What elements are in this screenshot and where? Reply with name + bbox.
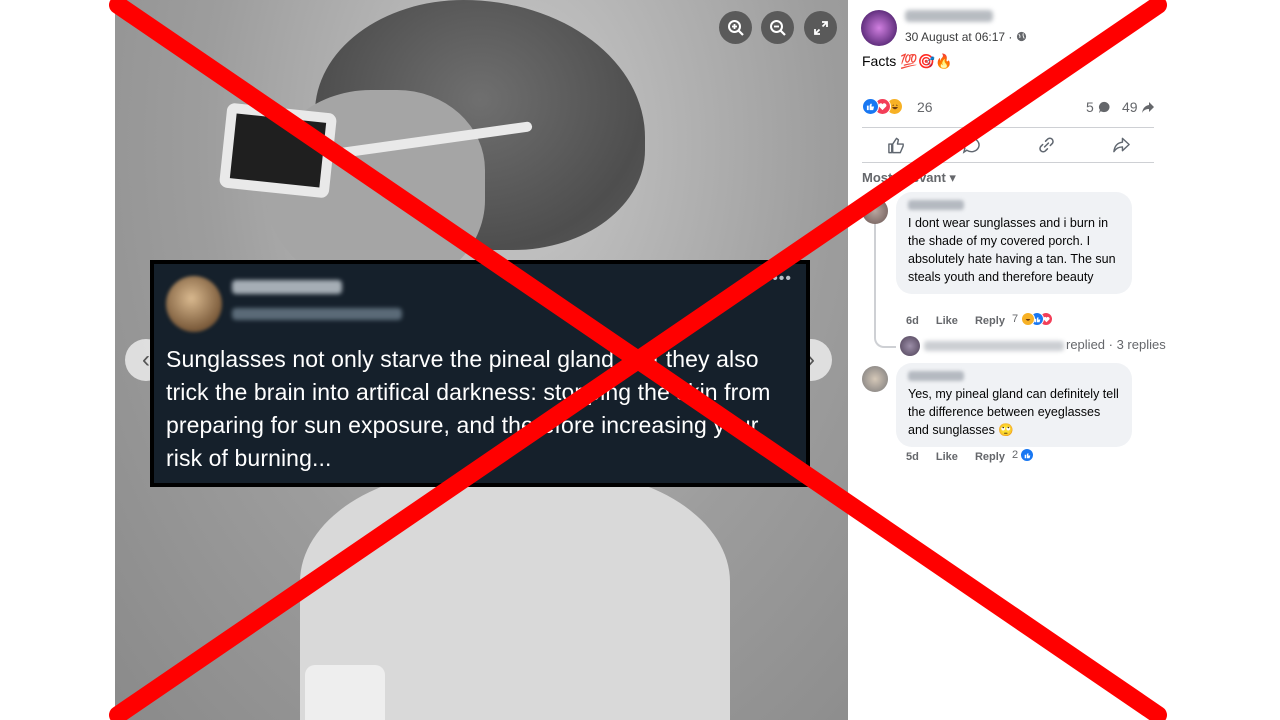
comment-like-button[interactable]: Like xyxy=(936,451,958,463)
replies-label: replied · 3 replies xyxy=(1066,337,1166,352)
commenter-avatar[interactable] xyxy=(862,198,888,224)
share-button[interactable] xyxy=(1110,135,1132,155)
reactions-summary[interactable]: 26 5 49 xyxy=(862,98,1156,118)
replier-avatar[interactable] xyxy=(900,336,920,356)
comment-reaction-count: 7 xyxy=(1012,313,1019,325)
comment-like-button[interactable]: Like xyxy=(936,315,958,327)
photo-sunglasses xyxy=(218,102,338,199)
like-reaction-icon xyxy=(1020,448,1035,462)
comment-count[interactable]: 5 xyxy=(1086,99,1111,115)
comment-count-value: 5 xyxy=(1086,99,1094,115)
globe-icon xyxy=(1016,31,1026,42)
comment-bubble-icon xyxy=(1098,101,1110,114)
comment-actions: 5d Like Reply xyxy=(906,451,1019,463)
tweet-text: Sunglasses not only starve the pineal gl… xyxy=(166,346,771,471)
comment-reply-button[interactable]: Reply xyxy=(975,315,1005,327)
expand-icon xyxy=(813,20,828,35)
comment-reactions[interactable]: 2 xyxy=(1012,448,1035,462)
comment-sort-dropdown[interactable]: Most relevant ▾ xyxy=(862,170,956,186)
comment-icon xyxy=(962,137,980,154)
chevron-left-icon: ‹ xyxy=(142,346,150,373)
photo-cup xyxy=(305,665,385,720)
post-author-name-blurred[interactable] xyxy=(905,10,993,22)
comment-age[interactable]: 6d xyxy=(906,315,919,327)
zoom-in-icon xyxy=(727,19,744,36)
link-icon xyxy=(1038,137,1054,153)
reaction-count: 26 xyxy=(917,99,933,115)
comment-reply-button[interactable]: Reply xyxy=(975,451,1005,463)
like-reaction-icon xyxy=(862,98,879,115)
divider xyxy=(862,162,1154,163)
share-count[interactable]: 49 xyxy=(1122,99,1155,115)
comment-bubble: I dont wear sunglasses and i burn in the… xyxy=(896,192,1132,294)
more-options-icon: ••• xyxy=(772,270,792,287)
comment-reaction-count: 2 xyxy=(1012,449,1019,461)
fullscreen-button[interactable] xyxy=(804,11,837,44)
copy-link-button[interactable] xyxy=(1035,135,1057,155)
thumbs-up-icon xyxy=(887,137,904,154)
replier-name-blurred xyxy=(924,340,1064,351)
like-button[interactable] xyxy=(885,135,907,155)
divider xyxy=(862,127,1154,128)
commenter-name-blurred[interactable] xyxy=(908,200,964,210)
share-count-value: 49 xyxy=(1122,99,1138,115)
zoom-out-icon xyxy=(769,19,786,36)
zoom-in-button[interactable] xyxy=(719,11,752,44)
reaction-icons xyxy=(862,98,903,115)
comment-reactions[interactable]: 7 xyxy=(1012,312,1054,326)
comment-button[interactable] xyxy=(960,135,982,155)
post-timestamp[interactable]: 30 August at 06:17 · xyxy=(905,30,1027,44)
post-text: Facts 💯🎯🔥 xyxy=(862,53,953,69)
post-date: 30 August at 06:17 · xyxy=(905,30,1016,44)
tweet-avatar xyxy=(166,276,222,332)
commenter-avatar[interactable] xyxy=(862,366,888,392)
share-arrow-icon xyxy=(1142,102,1155,113)
comment-age[interactable]: 5d xyxy=(906,451,919,463)
post-author-avatar[interactable] xyxy=(861,10,897,46)
view-replies-link[interactable]: replied · 3 replies xyxy=(924,337,1166,352)
post-panel: 30 August at 06:17 · Facts 💯🎯🔥 26 5 49 M… xyxy=(848,0,1280,720)
commenter-name-blurred[interactable] xyxy=(908,371,964,381)
comment-bubble: Yes, my pineal gland can definitely tell… xyxy=(896,363,1132,447)
zoom-out-button[interactable] xyxy=(761,11,794,44)
reply-thread-line xyxy=(874,222,896,348)
comment-text: I dont wear sunglasses and i burn in the… xyxy=(908,216,1116,284)
tweet-card: ••• Sunglasses not only starve the pinea… xyxy=(150,260,810,487)
comment-actions: 6d Like Reply xyxy=(906,315,1019,327)
screen: ‹ › ••• Sunglasses not only starve the p… xyxy=(0,0,1280,720)
comment-text: Yes, my pineal gland can definitely tell… xyxy=(908,387,1119,437)
tweet-author-name-blurred xyxy=(232,280,342,294)
share-icon xyxy=(1112,137,1130,153)
tweet-author-handle-blurred xyxy=(232,308,402,320)
